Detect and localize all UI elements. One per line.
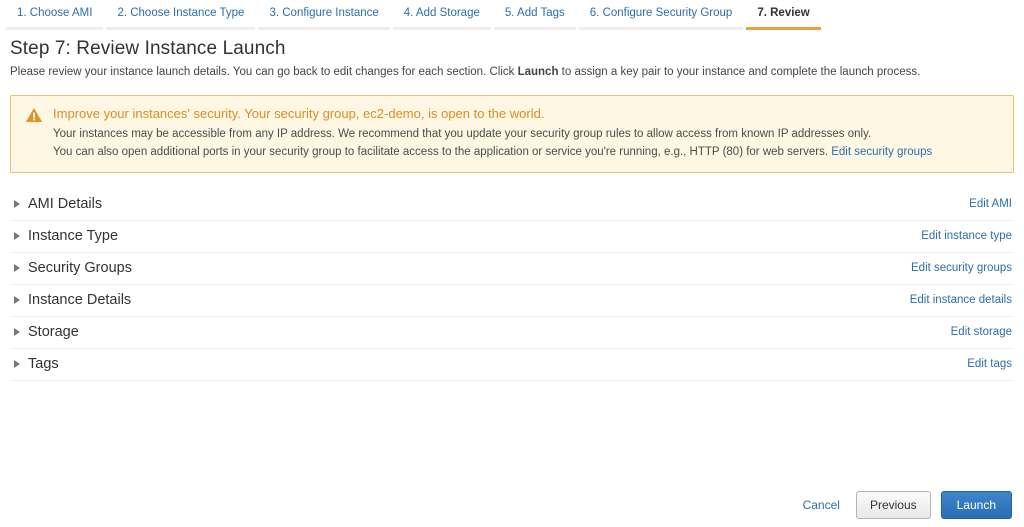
page-description-post: to assign a key pair to your instance an… <box>558 66 921 78</box>
section-header-ami-details[interactable]: AMI Details <box>10 196 102 212</box>
chevron-right-icon[interactable] <box>14 200 20 209</box>
page-description-emphasis: Launch <box>517 66 559 78</box>
wizard-step-tabs: 1. Choose AMI 2. Choose Instance Type 3. C… <box>0 0 1024 30</box>
launch-button[interactable]: Launch <box>940 491 1012 519</box>
wizard-tab-6[interactable]: 6. Configure Security Group <box>578 7 744 30</box>
page-description-pre: Please review your instance launch detai… <box>10 66 518 78</box>
section-title-storage: Storage <box>28 324 79 341</box>
section-row-tags[interactable]: Tags Edit tags <box>10 349 1014 381</box>
edit-security-groups-link[interactable]: Edit security groups <box>831 146 932 158</box>
page-title: Step 7: Review Instance Launch <box>10 38 286 59</box>
edit-link-instance-type[interactable]: Edit instance type <box>921 230 1012 242</box>
chevron-right-icon[interactable] <box>14 296 20 305</box>
section-title-tags: Tags <box>28 356 59 373</box>
review-sections: AMI Details Edit AMI Instance Type Edit ins… <box>10 189 1014 381</box>
cancel-button[interactable]: Cancel <box>797 494 846 516</box>
section-header-tags[interactable]: Tags <box>10 356 59 372</box>
section-title-instance-details: Instance Details <box>28 292 132 309</box>
warning-line-2: You can also open additional ports in yo… <box>53 144 1001 161</box>
warning-line-2-text: You can also open additional ports in yo… <box>53 145 832 158</box>
wizard-tab-2[interactable]: 2. Choose Instance Type <box>106 7 256 30</box>
wizard-tab-1[interactable]: 1. Choose AMI <box>6 7 104 30</box>
wizard-tab-7[interactable]: 7. Review <box>746 7 821 30</box>
section-row-instance-type[interactable]: Instance Type Edit instance type <box>10 221 1014 253</box>
section-header-storage[interactable]: Storage <box>10 324 79 340</box>
edit-link-instance-details[interactable]: Edit instance details <box>910 294 1012 306</box>
edit-link-ami-details[interactable]: Edit AMI <box>969 198 1012 210</box>
section-header-instance-type[interactable]: Instance Type <box>10 228 118 244</box>
warning-content: Improve your instances' security. Your s… <box>53 106 1001 161</box>
section-title-security-groups: Security Groups <box>28 260 132 277</box>
section-header-security-groups[interactable]: Security Groups <box>10 260 132 276</box>
section-title-instance-type: Instance Type <box>28 228 119 245</box>
edit-link-storage[interactable]: Edit storage <box>951 326 1012 338</box>
section-row-ami-details[interactable]: AMI Details Edit AMI <box>10 189 1014 221</box>
chevron-right-icon[interactable] <box>14 360 20 369</box>
warning-line-1: Your instances may be accessible from an… <box>53 128 872 141</box>
chevron-right-icon[interactable] <box>14 232 20 241</box>
section-row-storage[interactable]: Storage Edit storage <box>10 317 1014 349</box>
chevron-right-icon[interactable] <box>14 328 20 337</box>
section-header-instance-details[interactable]: Instance Details <box>10 292 131 308</box>
footer-actions: Cancel Previous Launch <box>797 491 1012 519</box>
page-description: Please review your instance launch detai… <box>10 65 1014 81</box>
security-warning-banner: Improve your instances' security. Your s… <box>10 94 1014 173</box>
page-header: Step 7: Review Instance Launch Please re… <box>0 30 1024 81</box>
wizard-tab-4[interactable]: 4. Add Storage <box>392 7 491 30</box>
edit-link-security-groups[interactable]: Edit security groups <box>911 262 1012 274</box>
previous-button[interactable]: Previous <box>855 491 931 519</box>
edit-link-tags[interactable]: Edit tags <box>967 358 1012 370</box>
warning-title: Improve your instances' security. Your s… <box>53 105 545 121</box>
chevron-right-icon[interactable] <box>14 264 20 273</box>
wizard-tab-5[interactable]: 5. Add Tags <box>493 7 576 30</box>
section-row-instance-details[interactable]: Instance Details Edit instance details <box>10 285 1014 317</box>
warning-triangle-icon <box>25 107 43 123</box>
section-title-ami-details: AMI Details <box>28 196 103 213</box>
wizard-tab-3[interactable]: 3. Configure Instance <box>258 7 390 30</box>
section-row-security-groups[interactable]: Security Groups Edit security groups <box>10 253 1014 285</box>
